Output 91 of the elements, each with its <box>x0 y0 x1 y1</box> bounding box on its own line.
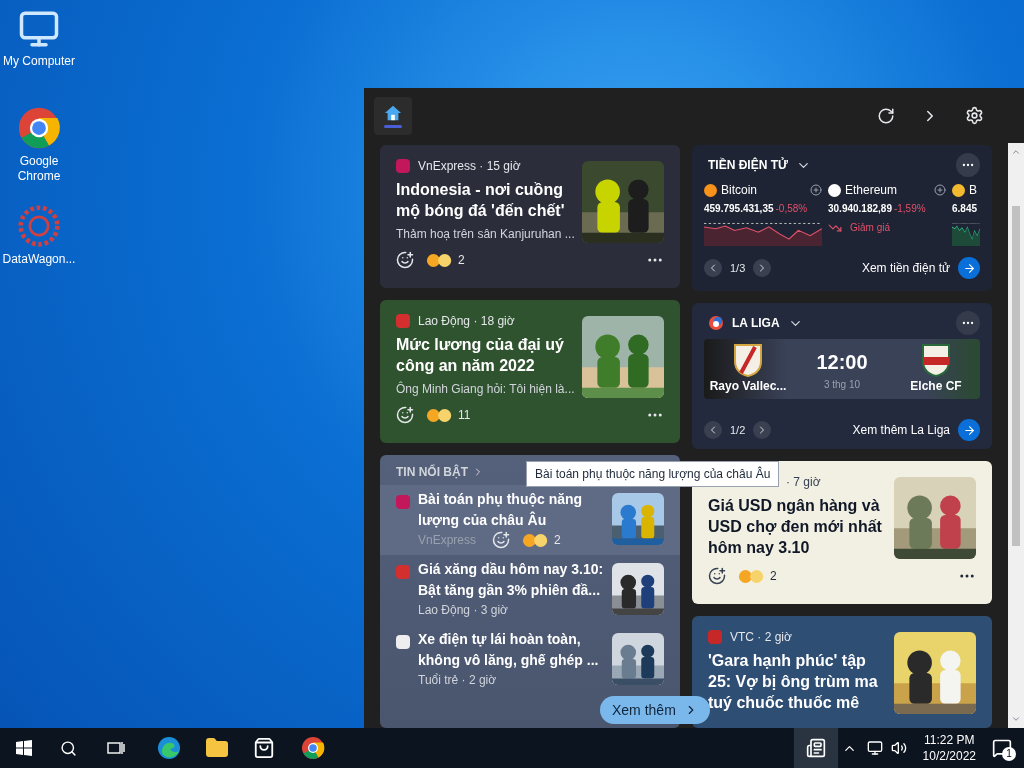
trend-note: Giảm giá <box>850 221 890 235</box>
match-panel[interactable]: Rayo Vallec... 12:00 3 thg 10 Elche CF <box>704 339 980 399</box>
story-item[interactable]: Bài toán phụ thuộc năng lượng của châu Âu VnExpress 2 <box>380 485 680 555</box>
team-crest-icon <box>921 343 951 377</box>
source-meta: VnExpress · 15 giờ <box>418 158 521 175</box>
story-source: Tuổi trẻ · 2 giờ <box>418 672 497 689</box>
windows-logo-icon[interactable] <box>16 740 32 756</box>
coin-price: 30.940.182,89 <box>828 202 892 216</box>
add-icon[interactable] <box>810 184 822 196</box>
article-title[interactable]: Mức lương của đại uý công an năm 2022 <box>396 334 570 376</box>
coin-change: -1,59% <box>893 202 926 216</box>
chrome-icon[interactable] <box>301 736 325 760</box>
home-team: Rayo Vallec... <box>709 378 787 395</box>
scroll-thumb[interactable] <box>1012 205 1020 546</box>
reactions-icon <box>738 568 766 584</box>
arrow-button[interactable] <box>958 257 980 279</box>
match-time: 12:00 <box>816 349 868 375</box>
league-logo-icon <box>708 315 724 331</box>
coin-name[interactable]: Bitcoin <box>721 181 758 199</box>
card-title[interactable]: TIỀN ĐIỆN TỬ <box>708 156 788 174</box>
sparkline-chart <box>952 220 980 246</box>
article-title[interactable]: 'Gara hạnh phúc' tập 25: Vợ bị ông trùm ma tuý chuốc thuốc mê <box>708 650 882 713</box>
team-crest-icon <box>733 343 763 377</box>
network-icon[interactable] <box>866 740 883 756</box>
more-button[interactable] <box>956 311 980 335</box>
reaction-count: 2 <box>554 532 561 549</box>
desktop-icon-label[interactable]: My Computer <box>3 54 75 69</box>
clock[interactable]: 11:22 PM 10/2/2022 <box>922 732 976 764</box>
previous-button[interactable] <box>704 259 722 277</box>
reaction-count: 2 <box>458 252 465 269</box>
reactions-icon <box>426 407 454 423</box>
story-item[interactable]: Xe điện tự lái hoàn toàn, không vô lăng, ghế ghép ... Tuổi trẻ · 2 giờ <box>380 625 680 695</box>
coin-name[interactable]: Ethereum <box>845 181 898 199</box>
store-icon[interactable] <box>253 737 275 759</box>
notifications-icon[interactable] <box>992 738 1012 758</box>
add-icon[interactable] <box>934 184 946 196</box>
coin-change: -0,58% <box>775 202 808 216</box>
volume-icon[interactable] <box>890 740 907 756</box>
clock-date: 10/2/2022 <box>922 748 976 764</box>
card-title[interactable]: LA LIGA <box>732 314 780 332</box>
match-date: 3 thg 10 <box>823 377 861 392</box>
reaction-count: 11 <box>458 407 471 424</box>
coin-price: 459.795.431,35 <box>704 202 774 216</box>
coin-price: 6.845 <box>952 202 978 216</box>
see-more-link[interactable]: Xem tiền điện tử <box>861 259 950 277</box>
more-button[interactable] <box>956 153 980 177</box>
section-heading[interactable]: TIN NỔI BẬT <box>396 463 468 481</box>
reactions-icon <box>426 252 454 268</box>
see-more-link[interactable]: Xem thêm La Liga <box>852 421 950 439</box>
news-card[interactable]: VnExpress · 15 giờ Indonesia - nơi cuồng mộ bóng đá 'đến chết' Thảm hoạ trên sân Kanjuruhan ... 2 <box>380 145 680 288</box>
news-card[interactable]: VTC · 2 giờ 'Gara hạnh phúc' tập 25: Vợ bị ông trùm ma tuý chuốc thuốc mê <box>692 616 992 728</box>
story-item[interactable]: Giá xăng dầu hôm nay 3.10: Bật tăng gần 3% phiên đầ... Lao Động · 3 giờ <box>380 555 680 625</box>
page-indicator: 1/3 <box>730 260 746 276</box>
story-title: Giá xăng dầu hôm nay 3.10: Bật tăng gần 3% phiên đầ... <box>418 560 604 600</box>
home-icon <box>383 103 403 122</box>
article-title[interactable]: Giá USD ngân hàng và USD chợ đen mới nhất hôm nay 3.10 <box>708 495 882 558</box>
next-button[interactable] <box>753 259 772 277</box>
tooltip: Bài toán phụ thuộc năng lượng của châu Âu <box>526 461 780 487</box>
source-meta: · 7 giờ <box>786 474 821 491</box>
chrome-icon[interactable] <box>17 106 61 150</box>
source-meta: VTC · 2 giờ <box>730 629 792 646</box>
newspaper-icon <box>805 738 826 758</box>
story-source: Lao Động · 3 giờ <box>418 602 508 619</box>
desktop-icon-label[interactable]: DataWagon... <box>2 252 76 267</box>
desktop-icon-label[interactable]: Google Chrome <box>0 154 78 184</box>
reaction-count: 2 <box>770 568 777 585</box>
edge-icon[interactable] <box>157 736 181 760</box>
story-title: Bài toán phụ thuộc năng lượng của châu Âu <box>418 490 584 530</box>
story-source: VnExpress <box>418 532 477 549</box>
task-view-icon[interactable] <box>107 740 125 756</box>
away-team: Elche CF <box>910 378 962 395</box>
notification-badge: 1 <box>1002 747 1016 761</box>
arrow-button[interactable] <box>958 419 980 441</box>
home-tab[interactable] <box>374 96 412 135</box>
add-reaction-icon[interactable] <box>708 567 726 585</box>
news-widget-button[interactable] <box>793 728 838 768</box>
arrow-right-icon <box>962 261 976 275</box>
story-title: Xe điện tự lái hoàn toàn, không vô lăng, ghế ghép ... <box>418 630 600 670</box>
previous-button[interactable] <box>704 421 722 439</box>
settings-icon[interactable] <box>965 106 984 125</box>
source-meta: Lao Động · 18 giờ <box>418 313 515 330</box>
page-indicator: 1/2 <box>730 422 746 438</box>
coin-name[interactable]: B <box>969 181 977 199</box>
article-title[interactable]: Indonesia - nơi cuồng mộ bóng đá 'đến chết' <box>396 179 570 221</box>
clock-time: 11:22 PM <box>924 732 975 748</box>
search-icon[interactable] <box>60 739 77 757</box>
news-card[interactable]: Lao Động · 18 giờ Mức lương của đại uý công an năm 2022 Ông Minh Giang hỏi: Tôi hiện là... 11 <box>380 300 680 443</box>
refresh-icon[interactable] <box>877 106 895 125</box>
folder-icon[interactable] <box>205 736 229 760</box>
next-button[interactable] <box>753 421 772 439</box>
arrow-right-icon <box>962 423 976 437</box>
